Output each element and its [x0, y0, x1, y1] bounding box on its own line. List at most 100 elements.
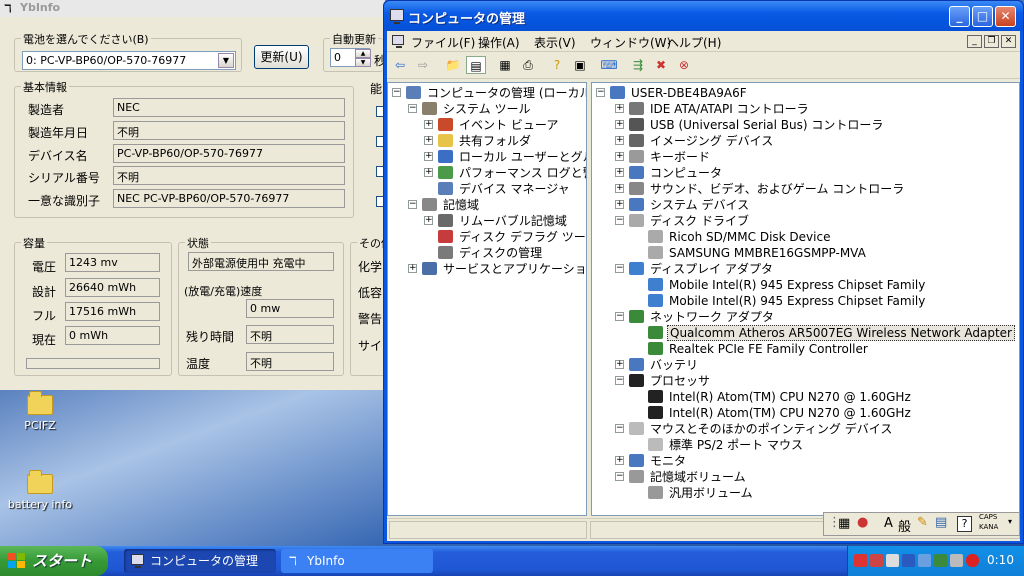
tree-item[interactable]: + IDE ATA/ATAPI コントローラ — [592, 101, 1019, 117]
maximize-button[interactable]: □ — [972, 6, 993, 27]
mdi-close-button[interactable]: ✕ — [1001, 35, 1016, 48]
volume-icon[interactable] — [886, 554, 899, 567]
task-button-computer-management[interactable]: コンピュータの管理 — [124, 549, 276, 573]
tree-item[interactable]: + サービスとアプリケーション — [388, 261, 586, 277]
expand-icon[interactable]: + — [424, 216, 433, 225]
tree-item[interactable]: − プロセッサ — [592, 373, 1019, 389]
battery-select[interactable]: 0: PC-VP-BP60/OP-570-76977 — [22, 51, 236, 70]
security-shield-icon[interactable] — [966, 554, 979, 567]
tree-item[interactable]: Mobile Intel(R) 945 Express Chipset Fami… — [592, 277, 1019, 293]
tree-item[interactable]: + パフォーマンス ログと警告 — [388, 165, 586, 181]
collapse-icon[interactable]: − — [392, 88, 401, 97]
expand-icon[interactable]: + — [615, 104, 624, 113]
battery-icon[interactable] — [918, 554, 931, 567]
input-mode-text[interactable]: 般 — [898, 516, 911, 535]
collapse-icon[interactable]: − — [615, 216, 624, 225]
tree-item[interactable]: + モニタ — [592, 453, 1019, 469]
properties-icon[interactable]: ▦ — [495, 56, 515, 74]
desktop-icon-pcifz[interactable]: PCIFZ — [0, 391, 80, 432]
expand-icon[interactable]: + — [424, 152, 433, 161]
tree-item[interactable]: Intel(R) Atom(TM) CPU N270 @ 1.60GHz — [592, 405, 1019, 421]
expand-icon[interactable]: + — [408, 264, 417, 273]
expand-icon[interactable]: + — [615, 152, 624, 161]
expand-icon[interactable]: + — [615, 456, 624, 465]
collapse-icon[interactable]: − — [596, 88, 605, 97]
desktop-icon-battery-info[interactable]: battery info — [0, 470, 80, 511]
tree-item[interactable]: Ricoh SD/MMC Disk Device — [592, 229, 1019, 245]
mdi-minimize-button[interactable]: _ — [967, 35, 982, 48]
tree-item[interactable]: − 記憶域 — [388, 197, 586, 213]
usb-icon[interactable] — [934, 554, 947, 567]
close-button[interactable]: ✕ — [995, 6, 1016, 27]
tree-item[interactable]: − ディスク ドライブ — [592, 213, 1019, 229]
console-tree-pane[interactable]: − コンピュータの管理 (ローカル) − システム ツール + イベント ビューア + 共有フ… — [387, 82, 587, 516]
tree-item[interactable]: − 記憶域ボリューム — [592, 469, 1019, 485]
expand-icon[interactable]: + — [615, 168, 624, 177]
collapse-icon[interactable]: − — [615, 472, 624, 481]
collapse-icon[interactable]: − — [615, 264, 624, 273]
mdi-restore-button[interactable]: ❐ — [984, 35, 999, 48]
collapse-icon[interactable]: − — [615, 424, 624, 433]
show-tree-icon[interactable]: ▤ — [466, 56, 486, 74]
tree-item[interactable]: + バッテリ — [592, 357, 1019, 373]
tree-item[interactable]: + 共有フォルダ — [388, 133, 586, 149]
expand-icon[interactable]: + — [615, 136, 624, 145]
tree-item[interactable]: Intel(R) Atom(TM) CPU N270 @ 1.60GHz — [592, 389, 1019, 405]
expand-icon[interactable]: + — [424, 168, 433, 177]
device-list-pane[interactable]: − USER-DBE4BA9A6F + IDE ATA/ATAPI コントローラ + US… — [591, 82, 1020, 516]
tree-item[interactable]: − USER-DBE4BA9A6F — [592, 85, 1019, 101]
spin-up-icon[interactable]: ▲ — [355, 49, 371, 58]
spin-down-icon[interactable]: ▼ — [355, 58, 371, 67]
menu-file[interactable]: ファイル(F) — [411, 34, 475, 51]
collapse-icon[interactable]: − — [615, 312, 624, 321]
help-icon[interactable]: ? — [957, 516, 972, 532]
tree-item[interactable]: 標準 PS/2 ポート マウス — [592, 437, 1019, 453]
mgmt-titlebar[interactable]: コンピュータの管理 _ □ ✕ — [384, 1, 1023, 31]
tree-item[interactable]: Mobile Intel(R) 945 Express Chipset Fami… — [592, 293, 1019, 309]
input-mode-a[interactable]: A — [884, 516, 893, 531]
scan-hardware-icon[interactable]: ⌨ — [599, 56, 619, 74]
forward-icon[interactable]: ⇨ — [413, 56, 433, 74]
tree-item[interactable]: Realtek PCIe FE Family Controller — [592, 341, 1019, 357]
refresh-view-icon[interactable]: ▣ — [570, 56, 590, 74]
task-button-ybinfo[interactable]: ℸ YbInfo — [281, 549, 433, 573]
tree-item[interactable]: + キーボード — [592, 149, 1019, 165]
tree-item[interactable]: ディスクの管理 — [388, 245, 586, 261]
tree-item[interactable]: + リムーバブル記憶域 — [388, 213, 586, 229]
update-driver-icon[interactable]: ⇶ — [628, 56, 648, 74]
mdi-app-icon[interactable] — [392, 35, 404, 48]
refresh-button[interactable]: 更新(U) — [254, 45, 309, 69]
tree-item[interactable]: + ローカル ユーザーとグループ — [388, 149, 586, 165]
tree-item[interactable]: − ディスプレイ アダプタ — [592, 261, 1019, 277]
tree-item[interactable]: SAMSUNG MMBRE16GSMPP-MVA — [592, 245, 1019, 261]
ime-pad-icon[interactable]: ▦ — [838, 516, 850, 531]
tree-item[interactable]: Qualcomm Atheros AR5007EG Wireless Netwo… — [592, 325, 1019, 341]
up-folder-icon[interactable]: 📁 — [443, 56, 463, 74]
uninstall-device-icon[interactable]: ⊗ — [674, 56, 694, 74]
menu-help[interactable]: ヘルプ(H) — [667, 34, 721, 51]
tree-item[interactable]: + コンピュータ — [592, 165, 1019, 181]
ime-tools-icon[interactable]: ✎ — [917, 515, 928, 530]
tree-item[interactable]: − ネットワーク アダプタ — [592, 309, 1019, 325]
tree-item[interactable]: + サウンド、ビデオ、およびゲーム コントローラ — [592, 181, 1019, 197]
back-icon[interactable]: ⇦ — [390, 56, 410, 74]
start-button[interactable]: スタート — [0, 546, 108, 576]
tree-item[interactable]: − システム ツール — [388, 101, 586, 117]
tree-item[interactable]: + イベント ビューア — [388, 117, 586, 133]
network-disconnected-icon[interactable] — [870, 554, 883, 567]
expand-icon[interactable]: + — [615, 120, 624, 129]
display-settings-icon[interactable] — [902, 554, 915, 567]
menu-view[interactable]: 表示(V) — [534, 34, 576, 51]
expand-icon[interactable]: + — [615, 360, 624, 369]
tree-item[interactable]: − コンピュータの管理 (ローカル) — [388, 85, 586, 101]
collapse-icon[interactable]: − — [408, 104, 417, 113]
help-icon[interactable]: ? — [547, 56, 567, 74]
tree-item[interactable]: + イメージング デバイス — [592, 133, 1019, 149]
tree-item[interactable]: + USB (Universal Serial Bus) コントローラ — [592, 117, 1019, 133]
network-error-icon[interactable] — [854, 554, 867, 567]
menu-action[interactable]: 操作(A) — [478, 34, 520, 51]
expand-icon[interactable]: + — [615, 184, 624, 193]
chevron-down-icon[interactable]: ▼ — [218, 53, 234, 68]
tree-item[interactable]: + システム デバイス — [592, 197, 1019, 213]
collapse-icon[interactable]: − — [615, 376, 624, 385]
